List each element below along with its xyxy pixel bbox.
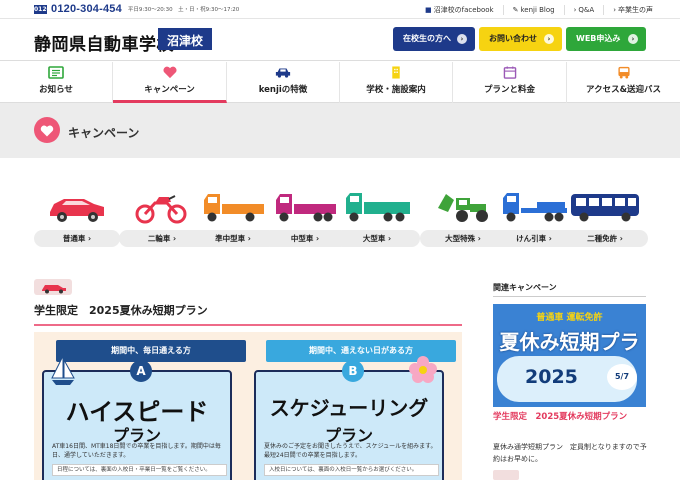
related-campaign-text: 夏休み通学短期プラン 定員制となりますので予約はお早めに。 [493, 443, 647, 463]
bus-icon [617, 66, 630, 79]
campus-badge: 沼津校 [158, 28, 213, 50]
nav-label: アクセス&送迎バス [586, 85, 661, 95]
vehicle-ordinary-car[interactable]: 普通車 › [34, 190, 120, 247]
heart-icon [162, 66, 177, 79]
contact-button[interactable]: お問い合わせ › [479, 27, 562, 51]
car-icon [42, 285, 66, 294]
heart-icon [34, 117, 60, 143]
nav-access[interactable]: アクセス&送迎バス [567, 62, 680, 103]
page-banner: キャンペーン [0, 103, 680, 158]
bus-icon [571, 194, 639, 222]
title-divider [34, 324, 462, 326]
chevron-right-icon: › [457, 34, 467, 44]
plan-b-card: スケジューリング プラン 夏休みのご予定をお聞きしたうえで、スケジュールを組みま… [254, 370, 444, 480]
phone-number[interactable]: 0120-304-454 [51, 3, 122, 15]
campaign-title: 学生限定 2025夏休み短期プラン [34, 304, 208, 317]
plan-b-note: 入校日については、裏面の入校日一覧からお選びください。 [264, 464, 439, 476]
qa-link[interactable]: › Q&A [563, 4, 604, 15]
car-icon [50, 199, 104, 222]
plan-a-note: 日程については、裏面の入校日・卒業日一覧をご覧ください。 [52, 464, 227, 476]
main-nav: お知らせ キャンペーン kenjiの特徴 学校・施設案内 プランと料金 アクセス… [0, 62, 680, 103]
chevron-right-icon: › [628, 34, 638, 44]
related-image-year: 2025 [525, 366, 578, 388]
related-campaign-link[interactable]: 学生限定 2025夏休み短期プラン [493, 411, 646, 423]
plan-a-header: 期間中、毎日通える方 [56, 340, 246, 362]
web-apply-button[interactable]: WEB申込み › [566, 27, 646, 51]
nav-label: kenjiの特徴 [258, 85, 308, 95]
related-next-thumbnail[interactable] [493, 470, 519, 480]
campaign-poster: 期間中、毎日通える方 ハイスピード プラン AT車16日間、MT車18日間での卒… [34, 332, 462, 480]
facebook-link[interactable]: ■ 沼津校のfacebook [416, 5, 503, 15]
related-image-date: 5/7 [607, 364, 637, 390]
graduates-link[interactable]: › 卒業生の声 [603, 4, 662, 15]
plan-b-description: 夏休みのご予定をお聞きしたうえで、スケジュールを組みます。最短24日間での卒業を… [264, 443, 437, 459]
vehicle-label: 大型車 › [334, 230, 420, 247]
plan-b-title: スケジューリング [269, 396, 429, 420]
students-button[interactable]: 在校生の方へ › [393, 27, 475, 51]
plan-b-badge: B [342, 360, 364, 382]
bulldozer-icon [438, 194, 488, 222]
car-icon [275, 68, 291, 78]
business-hours: 平日9:30〜20:30 土・日・祝9:30〜17:20 [127, 7, 240, 13]
top-bar: 0120 0120-304-454 平日9:30〜20:30 土・日・祝9:30… [0, 0, 680, 19]
building-icon [392, 66, 400, 79]
related-image-caption: 普通車 運転免許 [536, 313, 603, 323]
vehicle-label: 二種免許 › [562, 230, 648, 247]
motorcycle-icon [135, 195, 187, 224]
school-logo[interactable]: 静岡県自動車学校 [34, 30, 174, 55]
plan-a-badge: A [130, 360, 152, 382]
free-dial-icon: 0120 [34, 4, 51, 14]
nav-news[interactable]: お知らせ [0, 62, 113, 103]
chevron-right-icon: › [544, 34, 554, 44]
nav-plans[interactable]: プランと料金 [453, 62, 567, 103]
truck-icon [204, 194, 264, 222]
page-title: キャンペーン [68, 126, 140, 140]
phone-contact[interactable]: 0120 0120-304-454 平日9:30〜20:30 土・日・祝9:30… [34, 3, 239, 15]
top-links: ■ 沼津校のfacebook ✎ kenji Blog › Q&A › 卒業生の声 [416, 0, 662, 19]
nav-campaign[interactable]: キャンペーン [113, 62, 227, 103]
truck-icon [276, 194, 336, 222]
nav-features[interactable]: kenjiの特徴 [227, 62, 340, 103]
vehicle-label: 普通車 › [34, 230, 120, 247]
related-campaign-image[interactable]: 普通車 運転免許 夏休み短期プラン 2025 5/7 [493, 304, 646, 407]
related-divider [493, 296, 646, 297]
nav-label: プランと料金 [483, 85, 535, 95]
news-icon [48, 66, 64, 79]
campaign-category-thumbnail [34, 279, 72, 295]
nav-label: 学校・施設案内 [366, 85, 426, 95]
flower-icon [409, 356, 437, 383]
facebook-icon: ■ [424, 5, 432, 14]
plan-a-description: AT車16日間、MT車18日間での卒業を目指します。期間中は毎日、通学していただ… [52, 443, 221, 459]
nav-facilities[interactable]: 学校・施設案内 [340, 62, 453, 103]
sailboat-icon [51, 355, 75, 385]
calendar-icon [503, 66, 516, 79]
site-header: 静岡県自動車学校 沼津校 在校生の方へ › お問い合わせ › WEB申込み › [0, 19, 680, 61]
nav-label: キャンペーン [144, 85, 195, 95]
vehicle-large[interactable]: 大型車 › [334, 190, 420, 247]
related-title: 関連キャンペーン [493, 283, 557, 292]
blog-link[interactable]: ✎ kenji Blog [502, 4, 564, 15]
nav-label: お知らせ [39, 85, 73, 95]
vehicle-second-class[interactable]: 二種免許 › [562, 190, 648, 247]
plan-a-column: 期間中、毎日通える方 [56, 340, 246, 362]
trailer-icon [503, 193, 567, 222]
truck-icon [346, 193, 410, 222]
